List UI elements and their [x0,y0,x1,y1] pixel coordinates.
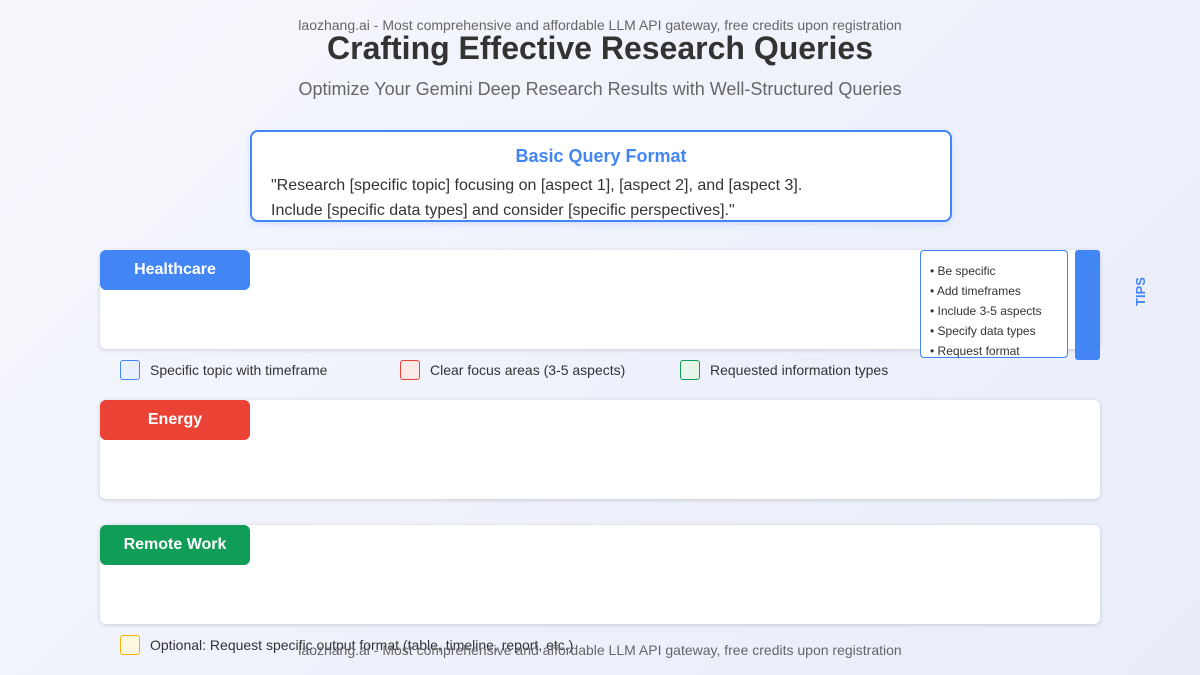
tip-item: • Request format [930,344,1020,358]
tips-panel: • Be specific • Add timeframes • Include… [920,250,1068,358]
watermark-bottom: laozhang.ai - Most comprehensive and aff… [298,642,902,658]
legend-label-topic: Specific topic with timeframe [150,362,328,378]
legend-label-focus: Clear focus areas (3-5 aspects) [430,362,626,378]
card-energy: Energy [100,400,1100,499]
card-label-remote-work: Remote Work [100,525,250,565]
legend-swatch-info-types [680,360,700,380]
tip-item: • Include 3-5 aspects [930,304,1042,318]
tips-toggle-tab[interactable] [1075,250,1100,360]
card-label-healthcare: Healthcare [100,250,250,290]
card-label-energy: Energy [100,400,250,440]
tip-item: • Add timeframes [930,284,1021,298]
card-remote-work: Remote Work [100,525,1100,624]
legend-label-info-types: Requested information types [710,362,889,378]
page-title: Crafting Effective Research Queries [327,30,873,66]
basic-query-format-title: Basic Query Format [515,146,687,166]
tip-item: • Specify data types [930,324,1036,338]
tip-item: • Be specific [930,264,996,278]
query-template-line-2: Include [specific data types] and consid… [271,202,735,219]
legend-swatch-focus [400,360,420,380]
legend-swatch-topic [120,360,140,380]
tips-label: TIPS [1133,277,1148,306]
page-subtitle: Optimize Your Gemini Deep Research Resul… [298,79,902,99]
query-template-line-1: "Research [specific topic] focusing on [… [271,177,803,194]
basic-query-format-box: Basic Query Format "Research [specific t… [250,130,952,222]
